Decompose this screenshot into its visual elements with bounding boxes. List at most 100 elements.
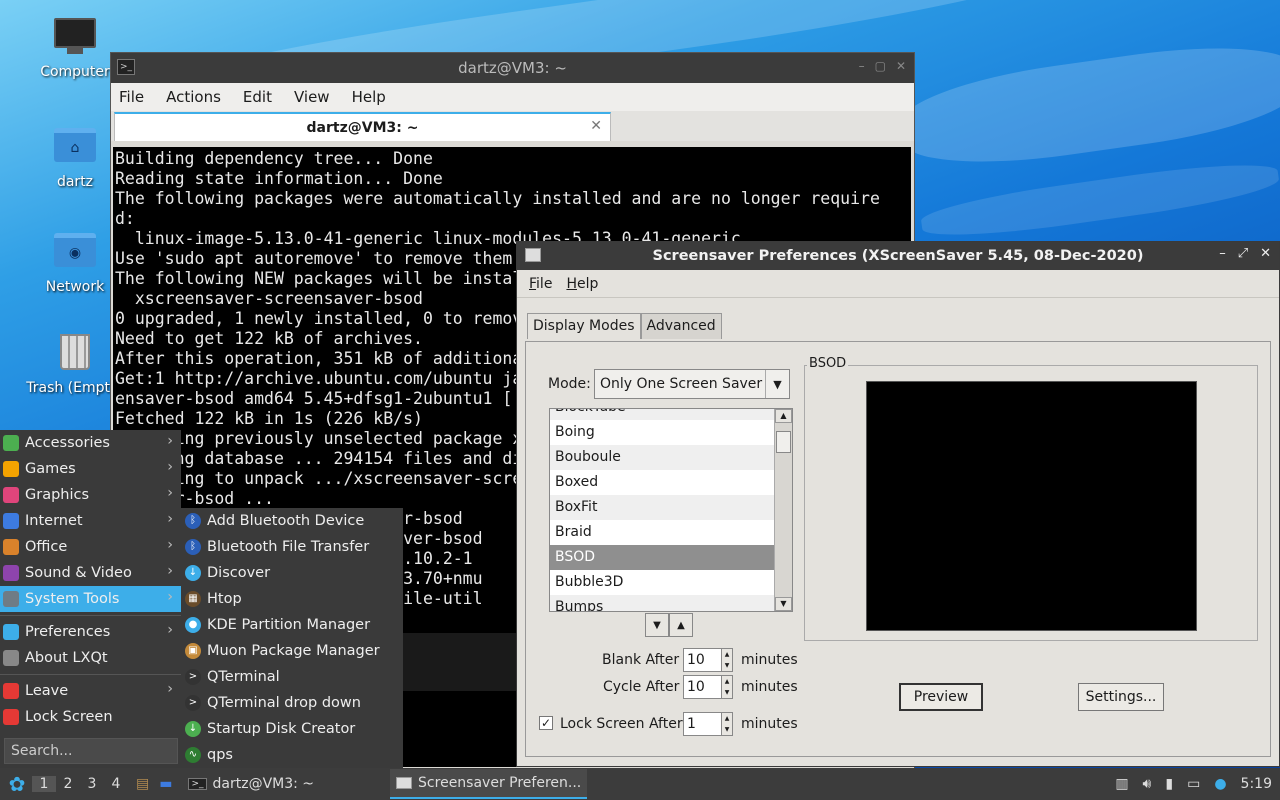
submenu-item[interactable]: ↓ Startup Disk Creator <box>181 716 403 742</box>
preview-button[interactable]: Preview <box>899 683 983 711</box>
maximize-icon[interactable]: ⤢ <box>1238 246 1248 261</box>
start-menu-button[interactable]: ✿ <box>2 769 32 799</box>
start-menu-item[interactable]: Sound & Video › <box>0 560 181 586</box>
home-folder-icon: ⌂ <box>53 128 97 168</box>
clipboard-icon[interactable]: ▮ <box>1165 776 1173 792</box>
move-down-button[interactable]: ▼ <box>645 613 669 637</box>
list-item[interactable]: BlockTube <box>550 409 774 420</box>
maximize-icon[interactable]: ▢ <box>875 59 886 73</box>
start-menu-item[interactable]: Leave › <box>0 678 181 704</box>
spin-arrows-icon[interactable]: ▲ ▼ <box>721 712 733 736</box>
start-menu-item-label: Leave <box>25 683 69 699</box>
start-menu-item-label: Internet <box>25 513 83 529</box>
list-item[interactable]: Boxed <box>550 470 774 495</box>
submenu-item-label: Htop <box>207 591 242 607</box>
terminal-line: The following packages were automaticall… <box>115 189 880 208</box>
spin-arrows-icon[interactable]: ▲ ▼ <box>721 648 733 672</box>
terminal-icon: >_ <box>117 59 135 75</box>
list-item[interactable]: Bubble3D <box>550 570 774 595</box>
start-menu-item[interactable]: Internet › <box>0 508 181 534</box>
submenu-item-label: Startup Disk Creator <box>207 721 356 737</box>
list-scrollbar[interactable]: ▲ ▼ <box>774 409 792 611</box>
desktop-switch-4[interactable]: 4 <box>104 776 128 792</box>
menu-help[interactable]: Help <box>352 88 386 106</box>
close-icon[interactable]: ✕ <box>1260 246 1271 261</box>
volume-icon[interactable]: 🔊︎ <box>1143 776 1152 792</box>
menu-edit[interactable]: Edit <box>243 88 272 106</box>
start-menu-item[interactable]: System Tools › <box>0 586 181 612</box>
battery-icon[interactable]: ▥ <box>1115 776 1128 792</box>
scrollbar-thumb[interactable] <box>776 431 791 453</box>
file-manager-icon[interactable]: ▤ <box>136 776 149 792</box>
list-item[interactable]: Braid <box>550 520 774 545</box>
submenu-item[interactable]: > QTerminal drop down <box>181 690 403 716</box>
tab-display-modes[interactable]: Display Modes <box>527 313 641 339</box>
screensaver-menubar: File Help <box>517 270 1279 298</box>
list-item[interactable]: Bumps <box>550 595 774 611</box>
list-item[interactable]: Boing <box>550 420 774 445</box>
submenu-item-label: Discover <box>207 565 271 581</box>
move-up-button[interactable]: ▲ <box>669 613 693 637</box>
close-icon[interactable]: ✕ <box>896 59 906 73</box>
submenu-item[interactable]: ᛒ Add Bluetooth Device <box>181 508 403 534</box>
mode-select[interactable]: Only One Screen Saver ▼ <box>594 369 790 399</box>
clock[interactable]: 5:19 <box>1241 776 1272 792</box>
start-menu-item[interactable]: Games › <box>0 456 181 482</box>
start-menu-item[interactable]: Preferences › <box>0 619 181 645</box>
scroll-down-icon[interactable]: ▼ <box>775 597 792 611</box>
desktop-switch-1[interactable]: 1 <box>32 776 56 792</box>
search-input[interactable]: Search... <box>4 738 178 764</box>
minimize-icon[interactable]: – <box>1219 246 1226 261</box>
minimize-icon[interactable]: – <box>859 59 865 73</box>
scroll-up-icon[interactable]: ▲ <box>775 409 792 423</box>
list-item[interactable]: BSOD <box>550 545 774 570</box>
category-icon <box>3 539 19 555</box>
screensaver-titlebar[interactable]: Screensaver Preferences (XScreenSaver 5.… <box>517 242 1279 270</box>
terminal-titlebar[interactable]: >_ dartz@VM3: ~ – ▢ ✕ <box>111 53 914 83</box>
menu-file[interactable]: File <box>529 276 552 292</box>
terminal-tab[interactable]: dartz@VM3: ~ ✕ <box>114 112 611 141</box>
submenu-item[interactable]: ∿ qps <box>181 742 403 768</box>
start-menu-item[interactable]: Lock Screen <box>0 704 181 730</box>
terminal-menubar: File Actions Edit View Help <box>111 83 914 111</box>
task-terminal[interactable]: >_ dartz@VM3: ~ <box>182 769 320 799</box>
spin-arrows-icon[interactable]: ▲ ▼ <box>721 675 733 699</box>
tab-close-icon[interactable]: ✕ <box>590 118 602 134</box>
submenu-item-label: QTerminal drop down <box>207 695 361 711</box>
lock-screen-checkbox[interactable]: ✓ <box>539 716 553 730</box>
submenu-item[interactable]: ▣ Muon Package Manager <box>181 638 403 664</box>
desktop-switch-3[interactable]: 3 <box>80 776 104 792</box>
start-menu-item[interactable]: Graphics › <box>0 482 181 508</box>
lock-after-spinbox[interactable]: 1 ▲ ▼ <box>683 712 733 736</box>
screensaver-list[interactable]: BlockTubeBoingBoubouleBoxedBoxFitBraidBS… <box>549 408 793 612</box>
menu-view[interactable]: View <box>294 88 330 106</box>
tab-advanced[interactable]: Advanced <box>640 313 722 339</box>
settings-button[interactable]: Settings... <box>1078 683 1164 711</box>
app-icon: ▦ <box>185 591 201 607</box>
desktop-switch-2[interactable]: 2 <box>56 776 80 792</box>
start-menu-item[interactable]: Office › <box>0 534 181 560</box>
submenu-item[interactable]: ᛒ Bluetooth File Transfer <box>181 534 403 560</box>
task-screensaver[interactable]: Screensaver Preferen... <box>390 769 588 799</box>
start-menu-item-label: System Tools <box>25 591 120 607</box>
menu-file[interactable]: File <box>119 88 144 106</box>
updates-icon[interactable]: ● <box>1214 776 1226 792</box>
start-menu-item[interactable]: Accessories › <box>0 430 181 456</box>
keyboard-icon[interactable]: ▭ <box>1187 776 1200 792</box>
submenu-item[interactable]: ▦ Htop <box>181 586 403 612</box>
category-icon <box>3 461 19 477</box>
list-item[interactable]: Bouboule <box>550 445 774 470</box>
system-tools-submenu: ᛒ Add Bluetooth Device ᛒ Bluetooth File Tra… <box>181 508 403 768</box>
blank-after-spinbox[interactable]: 10 ▲ ▼ <box>683 648 733 672</box>
list-item[interactable]: BoxFit <box>550 495 774 520</box>
submenu-item-label: Add Bluetooth Device <box>207 513 365 529</box>
submenu-item[interactable]: > QTerminal <box>181 664 403 690</box>
show-desktop-icon[interactable]: ▬ <box>159 776 172 792</box>
cycle-after-spinbox[interactable]: 10 ▲ ▼ <box>683 675 733 699</box>
submenu-item[interactable]: ● KDE Partition Manager <box>181 612 403 638</box>
menu-actions[interactable]: Actions <box>166 88 221 106</box>
screensaver-window[interactable]: Screensaver Preferences (XScreenSaver 5.… <box>516 241 1280 767</box>
submenu-item[interactable]: ↓ Discover <box>181 560 403 586</box>
menu-help[interactable]: Help <box>566 276 598 292</box>
start-menu-item[interactable]: About LXQt <box>0 645 181 671</box>
